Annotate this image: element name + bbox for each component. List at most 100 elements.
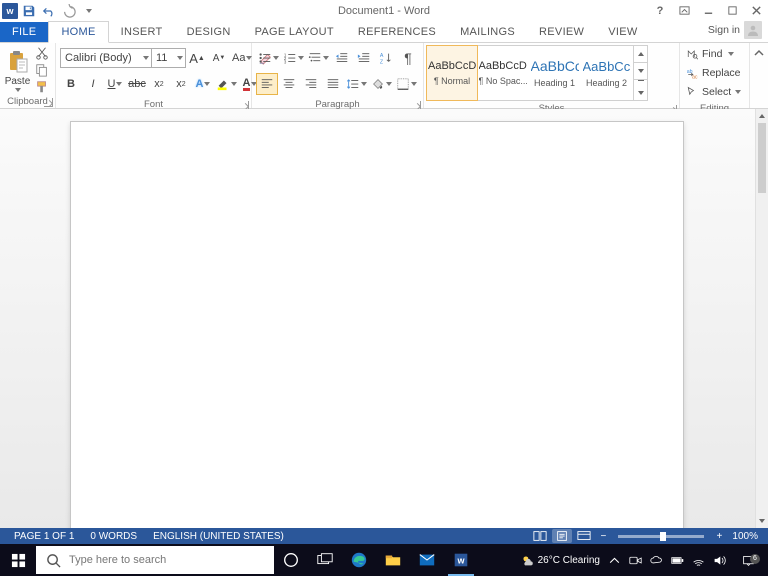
shading-button[interactable] [369, 73, 394, 95]
gallery-down-button[interactable] [634, 63, 647, 80]
collapse-ribbon-button[interactable] [750, 43, 768, 108]
meet-now-icon[interactable] [629, 554, 642, 567]
scroll-up-button[interactable] [756, 109, 768, 123]
tab-page-layout[interactable]: PAGE LAYOUT [243, 22, 346, 42]
increase-indent-button[interactable] [353, 47, 375, 69]
ribbon-display-button[interactable] [672, 1, 696, 21]
sort-button[interactable]: AZ [375, 47, 397, 69]
justify-button[interactable] [322, 73, 344, 95]
tab-file[interactable]: FILE [0, 22, 48, 42]
show-marks-button[interactable]: ¶ [397, 47, 419, 69]
numbering-button[interactable]: 123 [281, 47, 306, 69]
view-read-button[interactable] [530, 529, 550, 543]
edge-button[interactable] [342, 544, 376, 576]
style-heading-1[interactable]: AaBbCcHeading 1 [529, 46, 581, 100]
cortana-button[interactable] [274, 544, 308, 576]
save-button[interactable] [20, 2, 38, 20]
volume-icon[interactable] [713, 554, 726, 567]
multilevel-list-button[interactable] [306, 47, 331, 69]
cut-button[interactable] [33, 45, 51, 60]
view-web-button[interactable] [574, 529, 594, 543]
status-language[interactable]: ENGLISH (UNITED STATES) [145, 531, 292, 542]
onedrive-icon[interactable] [650, 554, 663, 567]
svg-text:w: w [456, 556, 465, 566]
taskbar: Type here to search w 26°C Clearing 6 [0, 544, 768, 576]
tab-references[interactable]: REFERENCES [346, 22, 448, 42]
tab-review[interactable]: REVIEW [527, 22, 596, 42]
sign-in-link[interactable]: Sign in [702, 18, 768, 42]
gallery-more-button[interactable] [634, 80, 647, 100]
gallery-up-button[interactable] [634, 46, 647, 63]
highlight-button[interactable] [214, 73, 239, 95]
strikethrough-button[interactable]: abc [126, 73, 148, 95]
zoom-in-button[interactable]: + [712, 529, 726, 543]
replace-button[interactable]: abacReplace [682, 64, 745, 82]
zoom-level[interactable]: 100% [728, 531, 762, 542]
vertical-scrollbar[interactable] [755, 109, 768, 528]
tab-view[interactable]: VIEW [596, 22, 649, 42]
network-icon[interactable] [692, 554, 705, 567]
font-size-combo[interactable]: 11 [152, 48, 186, 68]
close-button[interactable] [744, 1, 768, 21]
grow-font-button[interactable]: A▲ [186, 47, 208, 69]
style-normal[interactable]: AaBbCcDc¶ Normal [426, 45, 478, 101]
copy-button[interactable] [33, 62, 51, 77]
weather-widget[interactable]: 26°C Clearing [521, 554, 600, 567]
tab-home[interactable]: HOME [48, 21, 108, 43]
tab-design[interactable]: DESIGN [175, 22, 243, 42]
qat-customize-button[interactable] [80, 2, 98, 20]
file-explorer-button[interactable] [376, 544, 410, 576]
word-taskbar-button[interactable]: w [444, 544, 478, 576]
align-left-button[interactable] [256, 73, 278, 95]
zoom-slider[interactable] [618, 535, 704, 538]
shrink-font-button[interactable]: A▼ [208, 47, 230, 69]
borders-button[interactable] [394, 73, 419, 95]
scroll-down-button[interactable] [756, 514, 768, 528]
task-view-button[interactable] [308, 544, 342, 576]
line-spacing-button[interactable] [344, 73, 369, 95]
style-no-spacing[interactable]: AaBbCcDc¶ No Spac... [477, 46, 529, 100]
bold-button[interactable]: B [60, 73, 82, 95]
align-center-button[interactable] [278, 73, 300, 95]
notification-badge: 6 [750, 554, 760, 564]
change-case-button[interactable]: Aa [230, 47, 254, 69]
status-page[interactable]: PAGE 1 OF 1 [6, 531, 82, 542]
styles-gallery[interactable]: AaBbCcDc¶ Normal AaBbCcDc¶ No Spac... Aa… [426, 45, 648, 101]
weather-icon [521, 554, 534, 567]
format-painter-button[interactable] [33, 79, 51, 94]
tray-chevron-button[interactable] [608, 554, 621, 567]
italic-button[interactable]: I [82, 73, 104, 95]
mail-button[interactable] [410, 544, 444, 576]
scroll-thumb[interactable] [758, 123, 766, 193]
style-heading-2[interactable]: AaBbCcCHeading 2 [581, 46, 633, 100]
find-button[interactable]: Find [682, 45, 738, 63]
decrease-indent-button[interactable] [331, 47, 353, 69]
minimize-button[interactable] [696, 1, 720, 21]
clipboard-dialog-launcher[interactable] [44, 98, 53, 107]
text-effects-button[interactable]: A [192, 73, 214, 95]
help-button[interactable]: ? [648, 1, 672, 21]
undo-button[interactable] [40, 2, 58, 20]
select-button[interactable]: Select [682, 83, 745, 101]
view-print-button[interactable] [552, 529, 572, 543]
subscript-button[interactable]: x2 [148, 73, 170, 95]
underline-button[interactable]: U [104, 73, 126, 95]
svg-text:1: 1 [284, 52, 287, 57]
bullets-button[interactable] [256, 47, 281, 69]
document-page[interactable] [70, 121, 684, 540]
start-button[interactable] [0, 544, 36, 576]
font-name-combo[interactable]: Calibri (Body) [60, 48, 152, 68]
maximize-button[interactable] [720, 1, 744, 21]
taskbar-search[interactable]: Type here to search [36, 546, 274, 574]
status-words[interactable]: 0 WORDS [82, 531, 145, 542]
svg-text:2: 2 [284, 56, 287, 61]
align-right-button[interactable] [300, 73, 322, 95]
redo-button[interactable] [60, 2, 78, 20]
paste-button[interactable]: Paste [4, 48, 31, 92]
battery-icon[interactable] [671, 554, 684, 567]
tab-insert[interactable]: INSERT [109, 22, 175, 42]
superscript-button[interactable]: x2 [170, 73, 192, 95]
tab-mailings[interactable]: MAILINGS [448, 22, 527, 42]
zoom-out-button[interactable]: − [596, 529, 610, 543]
notifications-button[interactable]: 6 [734, 554, 762, 567]
